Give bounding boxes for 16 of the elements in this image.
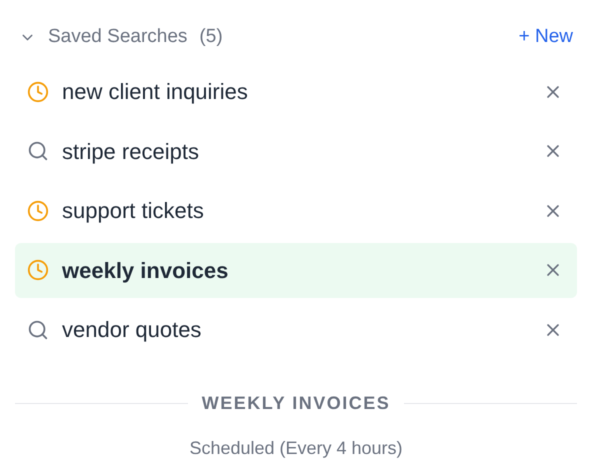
new-search-button[interactable]: + New bbox=[518, 22, 573, 52]
search-name: vendor quotes bbox=[62, 316, 202, 344]
search-name: support tickets bbox=[62, 197, 204, 225]
section-title: Saved Searches bbox=[48, 24, 188, 49]
saved-search-item[interactable]: weekly invoices bbox=[15, 242, 577, 298]
search-icon bbox=[27, 318, 49, 340]
clock-icon bbox=[27, 80, 49, 102]
search-count: (5) bbox=[199, 24, 223, 49]
search-name: weekly invoices bbox=[62, 256, 228, 285]
clock-icon bbox=[27, 200, 49, 222]
search-name: stripe receipts bbox=[62, 138, 199, 166]
clock-icon bbox=[27, 259, 49, 281]
detail-title: WEEKLY INVOICES bbox=[202, 392, 390, 414]
schedule-text: Scheduled (Every 4 hours) bbox=[189, 436, 403, 460]
search-name: new client inquiries bbox=[62, 78, 248, 106]
search-icon bbox=[27, 140, 49, 162]
